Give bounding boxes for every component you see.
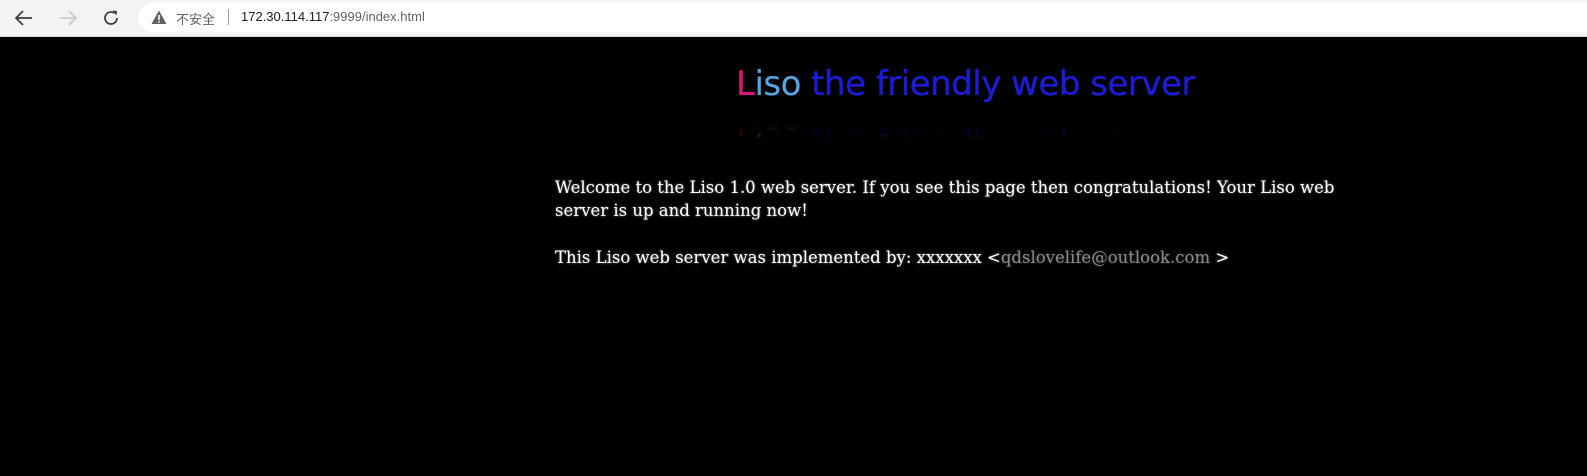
forward-button[interactable] (53, 4, 83, 32)
warning-icon[interactable] (151, 10, 167, 25)
url-host: 172.30.114.117 (241, 9, 330, 24)
reload-button[interactable] (96, 4, 126, 32)
welcome-paragraph: Welcome to the Liso 1.0 web server. If y… (555, 178, 1335, 220)
url-path: :9999/index.html (329, 9, 425, 24)
back-button[interactable] (9, 4, 39, 32)
logo: Liso the friendly web server Liso the fr… (736, 65, 1195, 142)
logo-tagline: the friendly web server (800, 64, 1195, 104)
logo-name-rest: iso (754, 64, 801, 104)
security-status-label[interactable]: 不安全 (176, 9, 215, 28)
browser-toolbar: 不安全 172.30.114.117:9999/index.html (0, 0, 1587, 37)
implemented-by-paragraph: This Liso web server was implemented by:… (555, 246, 1385, 269)
implemented-by-text: This Liso web server was implemented by:… (555, 248, 1001, 267)
address-bar[interactable]: 不安全 172.30.114.117:9999/index.html (138, 3, 1587, 32)
logo-text: Liso the friendly web server (736, 65, 1195, 103)
welcome-content: Welcome to the Liso 1.0 web server. If y… (555, 176, 1385, 293)
arrow-left-icon (15, 10, 32, 26)
url-text[interactable]: 172.30.114.117:9999/index.html (241, 9, 425, 24)
page-body: Liso the friendly web server Liso the fr… (0, 37, 1587, 476)
url-separator (228, 9, 229, 25)
arrow-right-icon (60, 10, 77, 26)
logo-reflection: Liso the friendly web server (736, 102, 1195, 142)
implemented-by-suffix: > (1210, 248, 1230, 267)
reload-icon (104, 10, 118, 25)
logo-first-letter: L (736, 64, 755, 104)
email-link[interactable]: qdslovelife@outlook.com (1001, 248, 1210, 267)
